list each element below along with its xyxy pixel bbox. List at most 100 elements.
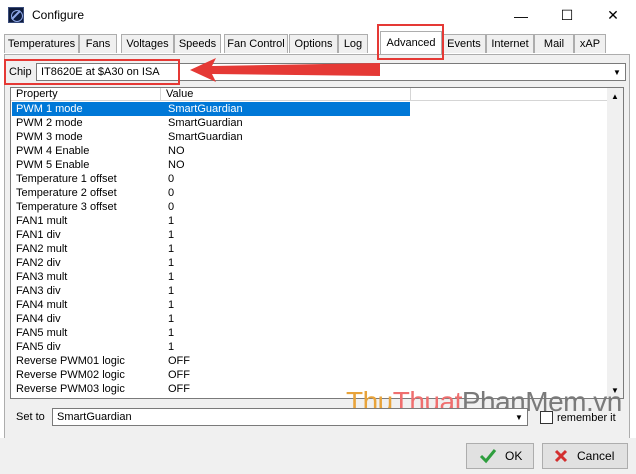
row-value: 1 [168, 271, 175, 283]
tab-events[interactable]: Events [442, 34, 486, 53]
row-value: 0 [168, 201, 175, 213]
minimize-button[interactable]: — [498, 0, 544, 31]
row-value: 1 [168, 229, 175, 241]
row-value: SmartGuardian [168, 117, 243, 129]
set-to-select[interactable]: SmartGuardian ▼ [52, 408, 528, 426]
cancel-button[interactable]: Cancel [542, 443, 628, 469]
row-property: FAN3 div [16, 285, 61, 297]
list-header: Property Value [11, 88, 609, 101]
tab-options[interactable]: Options [289, 34, 338, 53]
row-property: Reverse PWM01 logic [16, 355, 125, 367]
table-row[interactable]: FAN3 div 1 [12, 284, 410, 298]
row-value: 0 [168, 173, 175, 185]
row-value: 0 [168, 187, 175, 199]
row-property: Temperature 3 offset [16, 201, 117, 213]
row-property: FAN1 mult [16, 215, 68, 227]
table-row[interactable]: PWM 5 Enable NO [12, 158, 410, 172]
tab-fans[interactable]: Fans [79, 34, 117, 53]
table-row[interactable]: PWM 3 mode SmartGuardian [12, 130, 410, 144]
annotation-box-chip [4, 59, 180, 85]
row-value: 1 [168, 215, 175, 227]
table-row[interactable]: Temperature 1 offset 0 [12, 172, 410, 186]
maximize-button[interactable]: ☐ [544, 0, 590, 31]
tab-voltages[interactable]: Voltages [121, 34, 174, 53]
row-property: FAN5 div [16, 341, 61, 353]
column-header-value[interactable]: Value [161, 88, 411, 101]
table-row[interactable]: FAN2 mult 1 [12, 242, 410, 256]
row-value: 1 [168, 313, 175, 325]
chevron-down-icon[interactable]: ▼ [511, 409, 527, 425]
window-title: Configure [32, 8, 85, 22]
tab-fan-control[interactable]: Fan Control [224, 34, 288, 53]
row-property: FAN1 div [16, 229, 61, 241]
row-value: OFF [168, 383, 190, 395]
tab-speeds[interactable]: Speeds [174, 34, 221, 53]
row-value: 1 [168, 257, 175, 269]
table-row[interactable]: Reverse PWM01 logic OFF [12, 354, 410, 368]
table-row[interactable]: FAN4 div 1 [12, 312, 410, 326]
tab-log[interactable]: Log [338, 34, 368, 53]
row-property: Temperature 1 offset [16, 173, 117, 185]
tab-xap[interactable]: xAP [574, 34, 606, 53]
vertical-scrollbar[interactable]: ▲ ▼ [607, 88, 623, 398]
row-property: PWM 2 mode [16, 117, 83, 129]
table-row[interactable]: FAN3 mult 1 [12, 270, 410, 284]
table-row[interactable]: FAN5 mult 1 [12, 326, 410, 340]
set-to-label: Set to [16, 411, 45, 423]
property-list[interactable]: Property Value PWM 1 mode SmartGuardian PW… [10, 87, 624, 399]
row-value: NO [168, 145, 185, 157]
chevron-down-icon[interactable]: ▼ [609, 64, 625, 80]
row-property: FAN3 mult [16, 271, 68, 283]
row-property: PWM 1 mode [16, 103, 83, 115]
row-property: Reverse PWM02 logic [16, 369, 125, 381]
row-value: 1 [168, 299, 175, 311]
set-to-value: SmartGuardian [57, 411, 132, 423]
check-icon [479, 449, 497, 464]
row-value: SmartGuardian [168, 103, 243, 115]
row-value: OFF [168, 369, 190, 381]
row-value: 1 [168, 341, 175, 353]
checkbox-icon[interactable] [540, 411, 553, 424]
tab-strip: Temperatures Fans Voltages Speeds Fan Co… [0, 31, 636, 55]
tab-mail[interactable]: Mail [534, 34, 574, 53]
table-row[interactable]: PWM 1 mode SmartGuardian [12, 102, 410, 116]
close-icon [554, 449, 568, 463]
app-icon [8, 7, 24, 23]
row-property: PWM 4 Enable [16, 145, 90, 157]
row-property: FAN5 mult [16, 327, 68, 339]
title-bar: Configure — ☐ ✕ [0, 0, 636, 31]
row-property: FAN2 div [16, 257, 61, 269]
table-row[interactable]: Temperature 2 offset 0 [12, 186, 410, 200]
row-value: OFF [168, 355, 190, 367]
scroll-up-icon[interactable]: ▲ [607, 88, 623, 104]
tab-internet[interactable]: Internet [486, 34, 534, 53]
cancel-label: Cancel [577, 449, 615, 463]
table-row[interactable]: FAN5 div 1 [12, 340, 410, 354]
row-value: SmartGuardian [168, 131, 243, 143]
row-property: Temperature 2 offset [16, 187, 117, 199]
row-value: 1 [168, 243, 175, 255]
annotation-box-advanced-tab [377, 24, 444, 60]
row-property: FAN4 div [16, 313, 61, 325]
close-button[interactable]: ✕ [590, 0, 636, 31]
remember-checkbox[interactable]: remember it [540, 411, 616, 424]
table-row[interactable]: FAN1 div 1 [12, 228, 410, 242]
table-row[interactable]: FAN4 mult 1 [12, 298, 410, 312]
table-row[interactable]: FAN1 mult 1 [12, 214, 410, 228]
table-row[interactable]: Reverse PWM02 logic OFF [12, 368, 410, 382]
table-row[interactable]: Temperature 3 offset 0 [12, 200, 410, 214]
ok-button[interactable]: OK [466, 443, 534, 469]
tab-temperatures[interactable]: Temperatures [4, 34, 79, 53]
row-value: 1 [168, 327, 175, 339]
table-row[interactable]: PWM 2 mode SmartGuardian [12, 116, 410, 130]
table-row[interactable]: FAN2 div 1 [12, 256, 410, 270]
remember-label: remember it [557, 411, 616, 424]
button-bar [0, 438, 636, 474]
ok-label: OK [505, 449, 523, 463]
row-value: 1 [168, 285, 175, 297]
row-property: PWM 3 mode [16, 131, 83, 143]
row-value: NO [168, 159, 185, 171]
column-header-property[interactable]: Property [11, 88, 161, 101]
row-property: FAN2 mult [16, 243, 68, 255]
table-row[interactable]: PWM 4 Enable NO [12, 144, 410, 158]
